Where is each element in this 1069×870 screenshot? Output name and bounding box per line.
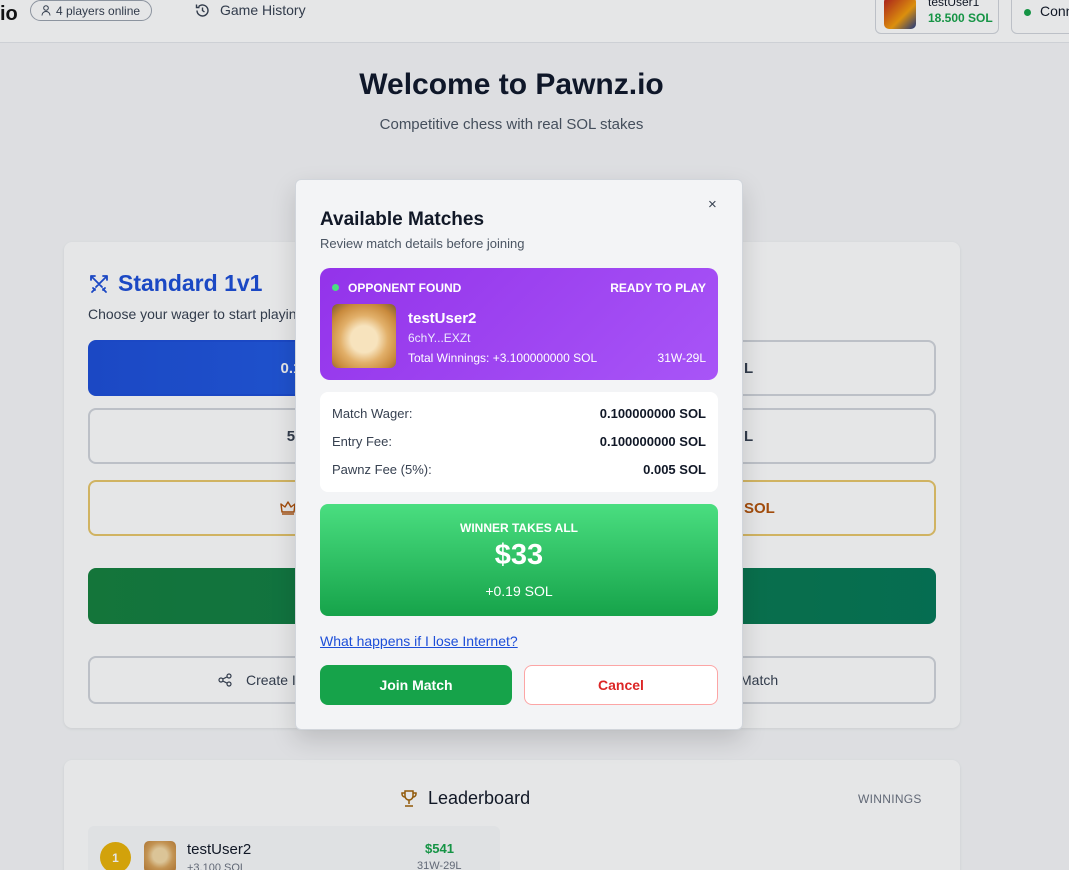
fee-value: 0.100000000 SOL bbox=[599, 434, 706, 449]
fee-label: Pawnz Fee (5%): bbox=[332, 462, 432, 477]
prize-amount: $33 bbox=[494, 539, 544, 571]
fee-row: Entry Fee: 0.100000000 SOL bbox=[332, 434, 706, 449]
join-match-button[interactable]: Join Match bbox=[320, 665, 512, 705]
opponent-record: 31W-29L bbox=[657, 351, 706, 365]
modal-title: Available Matches bbox=[320, 209, 485, 230]
avatar bbox=[332, 304, 396, 368]
fee-row: Match Wager: 0.100000000 SOL bbox=[332, 406, 706, 421]
close-icon[interactable]: × bbox=[708, 196, 717, 213]
opponent-found-label: OPPONENT FOUND bbox=[348, 281, 462, 295]
fee-label: Entry Fee: bbox=[332, 434, 392, 449]
fee-label: Match Wager: bbox=[332, 406, 413, 421]
fee-breakdown: Match Wager: 0.100000000 SOL Entry Fee: … bbox=[320, 392, 718, 492]
ready-status: READY TO PLAY bbox=[610, 281, 706, 295]
help-link[interactable]: What happens if I lose Internet? bbox=[320, 633, 518, 649]
opponent-card: OPPONENT FOUND READY TO PLAY testUser2 6… bbox=[320, 268, 718, 380]
fee-value: 0.100000000 SOL bbox=[599, 406, 706, 421]
status-dot-icon bbox=[332, 284, 339, 291]
fee-value: 0.005 SOL bbox=[643, 462, 706, 477]
opponent-address: 6chY...EXZt bbox=[408, 331, 471, 345]
modal-subtitle: Review match details before joining bbox=[320, 236, 525, 251]
prize-sol: +0.19 SOL bbox=[485, 583, 553, 599]
fee-row: Pawnz Fee (5%): 0.005 SOL bbox=[332, 462, 706, 477]
opponent-winnings: Total Winnings: +3.100000000 SOL bbox=[408, 351, 598, 365]
opponent-name: testUser2 bbox=[408, 310, 477, 327]
prize-panel: WINNER TAKES ALL $33 +0.19 SOL bbox=[320, 504, 718, 616]
available-matches-modal: × Available Matches Review match details… bbox=[295, 179, 743, 730]
prize-label: WINNER TAKES ALL bbox=[460, 521, 578, 535]
cancel-button[interactable]: Cancel bbox=[524, 665, 718, 705]
